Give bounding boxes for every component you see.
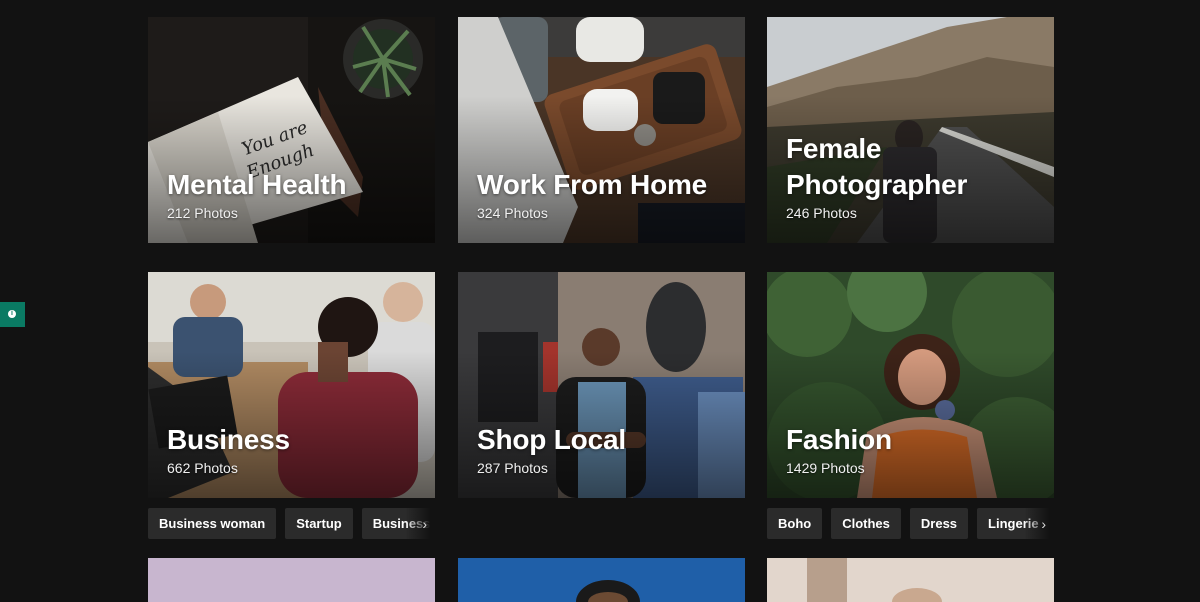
- collection-card-mental-health[interactable]: You are Enough Mental Health 212 Photos: [148, 17, 435, 243]
- tag-list-fade: [1024, 508, 1054, 539]
- collection-title: Shop Local: [477, 424, 626, 455]
- tag-startup[interactable]: Startup: [285, 508, 353, 539]
- collection-photo-count: 287 Photos: [477, 460, 548, 476]
- tag-dress[interactable]: Dress: [909, 508, 969, 539]
- tag-list-fade: [405, 508, 435, 539]
- business-tag-list: Business woman Startup Business ›: [148, 508, 435, 539]
- collections-page: You are Enough Mental Health 212 Photos …: [0, 0, 1200, 602]
- collection-photo-count: 662 Photos: [167, 460, 238, 476]
- feedback-button[interactable]: i: [0, 302, 25, 327]
- collection-title: Female Photographer: [786, 133, 968, 200]
- collection-card-partial[interactable]: [148, 558, 435, 602]
- collection-photo-count: 324 Photos: [477, 205, 548, 221]
- tag-clothes[interactable]: Clothes: [831, 508, 901, 539]
- chevron-right-icon[interactable]: ›: [422, 516, 427, 532]
- collection-photo-count: 1429 Photos: [786, 460, 865, 476]
- fashion-tag-list: Boho Clothes Dress Lingerie ›: [767, 508, 1054, 539]
- collection-image: [148, 558, 435, 602]
- collection-card-partial[interactable]: [458, 558, 745, 602]
- collection-title: Work From Home: [477, 169, 708, 200]
- tag-business-woman[interactable]: Business woman: [148, 508, 277, 539]
- collection-card-partial[interactable]: [767, 558, 1054, 602]
- collection-card-female-photographer[interactable]: Female Photographer 246 Photos: [767, 17, 1054, 243]
- collection-photo-count: 212 Photos: [167, 205, 238, 221]
- collection-photo-count: 246 Photos: [786, 205, 857, 221]
- collection-card-business[interactable]: Business 662 Photos: [148, 272, 435, 498]
- collection-image: [767, 558, 1054, 602]
- collection-card-fashion[interactable]: Fashion 1429 Photos: [767, 272, 1054, 498]
- chevron-right-icon[interactable]: ›: [1041, 516, 1046, 532]
- tag-boho[interactable]: Boho: [767, 508, 823, 539]
- collection-card-shop-local[interactable]: Shop Local 287 Photos: [458, 272, 745, 498]
- collection-title: Mental Health: [167, 169, 347, 200]
- collection-card-work-from-home[interactable]: Work From Home 324 Photos: [458, 17, 745, 243]
- collection-image: [458, 558, 745, 602]
- collection-title: Business: [167, 424, 290, 455]
- info-icon: i: [8, 310, 16, 318]
- collection-title: Fashion: [786, 424, 892, 455]
